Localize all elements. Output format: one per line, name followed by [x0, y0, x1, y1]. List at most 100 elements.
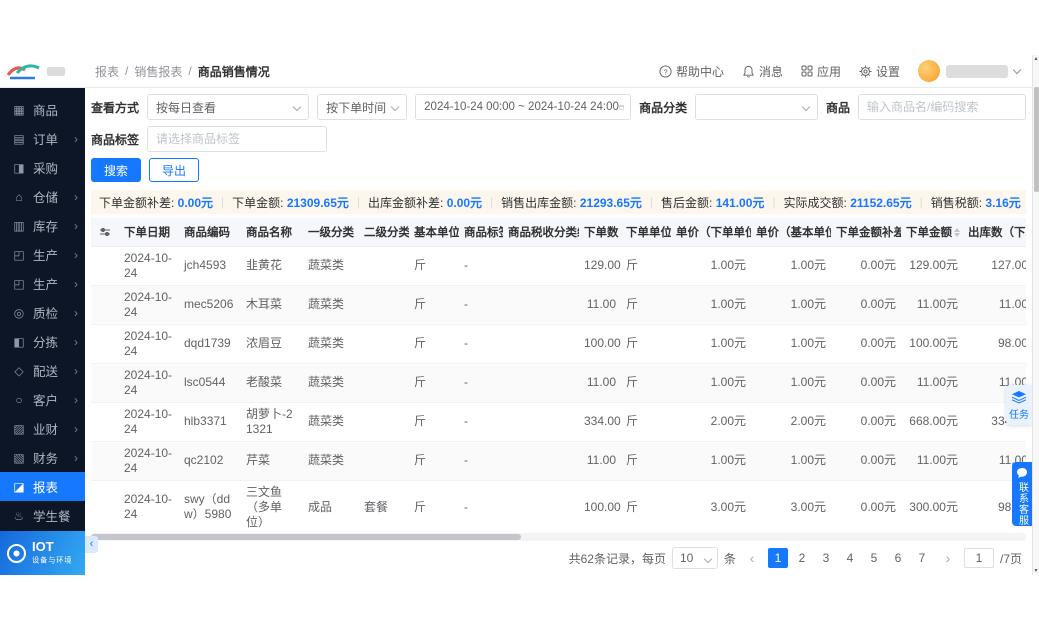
scroll-up-arrow-icon[interactable]: ▴ — [1033, 55, 1039, 63]
sidebar-item-sorting[interactable]: ◧ 分拣 › — [0, 327, 85, 356]
cell: - — [459, 324, 503, 364]
sidebar-item-purchase[interactable]: ◨ 采购 — [0, 153, 85, 182]
column-header[interactable]: 下单金额 — [901, 218, 963, 247]
table-row[interactable]: 2024-10-24 lsc0544 老酸菜 蔬菜类斤 -11.00 斤 1.00元 1.00… — [91, 363, 1026, 403]
column-header[interactable]: 一级分类 — [303, 218, 359, 247]
sidebar-item-label: 学生餐 — [33, 510, 71, 524]
messages-button[interactable]: 消息 — [742, 63, 783, 80]
user-menu[interactable] — [918, 60, 1022, 82]
contact-service-button[interactable]: 联系客服 — [1012, 462, 1032, 526]
column-settings-icon[interactable] — [91, 218, 119, 247]
table-row[interactable]: 2024-10-24 qc2102 芹菜 蔬菜类斤 -11.00 斤 1.00元 1.00元 0… — [91, 441, 1026, 481]
breadcrumb-item[interactable]: 销售报表 — [134, 63, 182, 80]
sidebar-item-orders[interactable]: ▤ 订单 › — [0, 124, 85, 153]
sidebar-item-business-finance[interactable]: ▨ 业财 › — [0, 414, 85, 443]
sort-down-icon — [620, 233, 621, 238]
export-button[interactable]: 导出 — [149, 158, 200, 182]
page-button[interactable]: 6 — [888, 548, 908, 568]
table-row[interactable]: 2024-10-24 mec5206 木耳菜 蔬菜类斤 -11.00 斤 1.00元 1.00… — [91, 285, 1026, 325]
apps-button[interactable]: 应用 — [801, 63, 841, 80]
sort-icon[interactable] — [954, 228, 960, 238]
product-search-input[interactable] — [858, 94, 1026, 120]
date-range-picker[interactable]: 2024-10-24 00:00 ~ 2024-10-24 24:00 — [415, 94, 632, 120]
help-center-button[interactable]: ? 帮助中心 — [659, 63, 724, 80]
sidebar-item-quality[interactable]: ◎ 质检 › — [0, 298, 85, 327]
table-body: 2024-10-24 jch4593 韭黄花 蔬菜类斤 -129.00 斤 1.00元 1.0… — [91, 246, 1026, 531]
column-header[interactable]: 单价（下单单位） — [671, 218, 751, 247]
page-button[interactable]: 3 — [816, 548, 836, 568]
summary-item: 售后金额: 141.00元 — [661, 194, 764, 211]
sidebar-item-goods[interactable]: ▦ 商品 — [0, 95, 85, 124]
tasks-button[interactable]: 任务 — [1006, 385, 1032, 425]
sidebar-item-student-meal[interactable]: ♨ 学生餐 — [0, 501, 85, 530]
settings-button[interactable]: 设置 — [859, 63, 900, 80]
inventory-icon: ▥ — [13, 218, 25, 233]
page-button[interactable]: 7 — [912, 548, 932, 568]
table-row[interactable]: 2024-10-24 swy（ddw）5980 三文鱼（多单位） 成品 套餐斤 -100.… — [91, 480, 1026, 531]
table-row[interactable]: 2024-10-24 dqd1739 浓眉豆 蔬菜类斤 -100.00 斤 1.00元 1.0… — [91, 324, 1026, 364]
iot-logo: IOT 设备与环境 — [0, 531, 85, 575]
view-mode-label: 查看方式 — [91, 100, 140, 115]
column-header[interactable]: 商品编码 — [179, 218, 241, 247]
sidebar-item-production-1[interactable]: ◰ 生产 › — [0, 240, 85, 269]
settings-label: 设置 — [875, 64, 900, 79]
breadcrumb-item[interactable]: 报表 — [95, 63, 119, 80]
page-button[interactable]: 4 — [840, 548, 860, 568]
sort-icon[interactable] — [620, 228, 621, 238]
cell: 蔬菜类 — [303, 441, 359, 481]
sidebar-item-warehouse[interactable]: ⌂ 仓储 › — [0, 182, 85, 211]
column-header[interactable]: 商品名称 — [241, 218, 303, 247]
sidebar-item-production-2[interactable]: ◰ 生产 › — [0, 269, 85, 298]
vertical-scrollbar-thumb[interactable] — [1034, 87, 1039, 192]
column-header[interactable]: 下单日期 — [119, 218, 179, 247]
column-header[interactable]: 二级分类 — [359, 218, 409, 247]
column-header[interactable]: 下单数 — [579, 218, 621, 247]
sidebar-item-label: 报表 — [33, 481, 59, 495]
sidebar-item-inventory[interactable]: ▥ 库存 › — [0, 211, 85, 240]
delivery-icon: ◇ — [14, 363, 24, 378]
finance-icon: ▧ — [13, 450, 25, 465]
sidebar-collapse-button[interactable]: ‹ — [85, 536, 98, 553]
page-jump-input[interactable] — [963, 548, 994, 568]
tag-input[interactable] — [147, 126, 328, 152]
prev-page-button[interactable]: ‹ — [742, 548, 762, 568]
production-icon: ◰ — [13, 276, 25, 291]
category-select[interactable] — [695, 94, 818, 120]
scroll-down-arrow-icon[interactable]: ▾ — [1033, 567, 1039, 575]
horizontal-scrollbar[interactable] — [91, 533, 1026, 541]
time-field-select[interactable]: 按下单时间 — [317, 94, 408, 120]
column-header[interactable]: 下单单位 — [621, 218, 671, 247]
horizontal-scrollbar-thumb[interactable] — [91, 534, 522, 540]
page-size-select[interactable]: 10 — [671, 547, 718, 569]
breadcrumb-separator: / — [188, 64, 192, 78]
column-header[interactable]: 单价（基本单位） — [751, 218, 831, 247]
sidebar-item-delivery[interactable]: ◇ 配送 › — [0, 356, 85, 385]
page-button[interactable]: 2 — [792, 548, 812, 568]
sort-up-icon — [954, 228, 960, 233]
row-spacer — [91, 324, 119, 364]
vertical-scrollbar[interactable]: ▴ ▾ — [1032, 55, 1039, 575]
summary-separator: | — [772, 195, 776, 209]
column-header[interactable]: 下单金额补差 — [831, 218, 901, 247]
table-row[interactable]: 2024-10-24 hlb3371 胡萝卜-21321 蔬菜类斤 -334.00 斤 2.… — [91, 402, 1026, 442]
chevron-down-icon — [390, 102, 400, 112]
page-button[interactable]: 1 — [767, 548, 788, 568]
cell: - — [459, 246, 503, 286]
column-header[interactable]: 基本单位 — [409, 218, 459, 247]
search-button[interactable]: 搜索 — [91, 158, 142, 182]
table-row[interactable]: 2024-10-24 jch4593 韭黄花 蔬菜类斤 -129.00 斤 1.00元 1.0… — [91, 246, 1026, 286]
iot-logo-icon — [7, 543, 26, 563]
sidebar-item-finance[interactable]: ▧ 财务 › — [0, 443, 85, 472]
page-button[interactable]: 5 — [864, 548, 884, 568]
cell: 斤 — [409, 480, 459, 531]
next-page-button[interactable]: › — [938, 548, 958, 568]
summary-separator: | — [221, 195, 225, 209]
sidebar-item-reports[interactable]: ◪ 报表 — [0, 472, 85, 501]
column-header[interactable]: 商品标签 — [459, 218, 503, 247]
sidebar-item-customer[interactable]: ○ 客户 › — [0, 385, 85, 414]
summary-item: 销售出库金额: 21293.65元 — [501, 194, 642, 211]
view-mode-select[interactable]: 按每日查看 — [147, 94, 310, 120]
column-header[interactable]: 商品税收分类编码 — [503, 218, 579, 247]
column-header[interactable]: 出库数（下单单位 — [963, 218, 1026, 247]
avatar — [918, 60, 940, 82]
